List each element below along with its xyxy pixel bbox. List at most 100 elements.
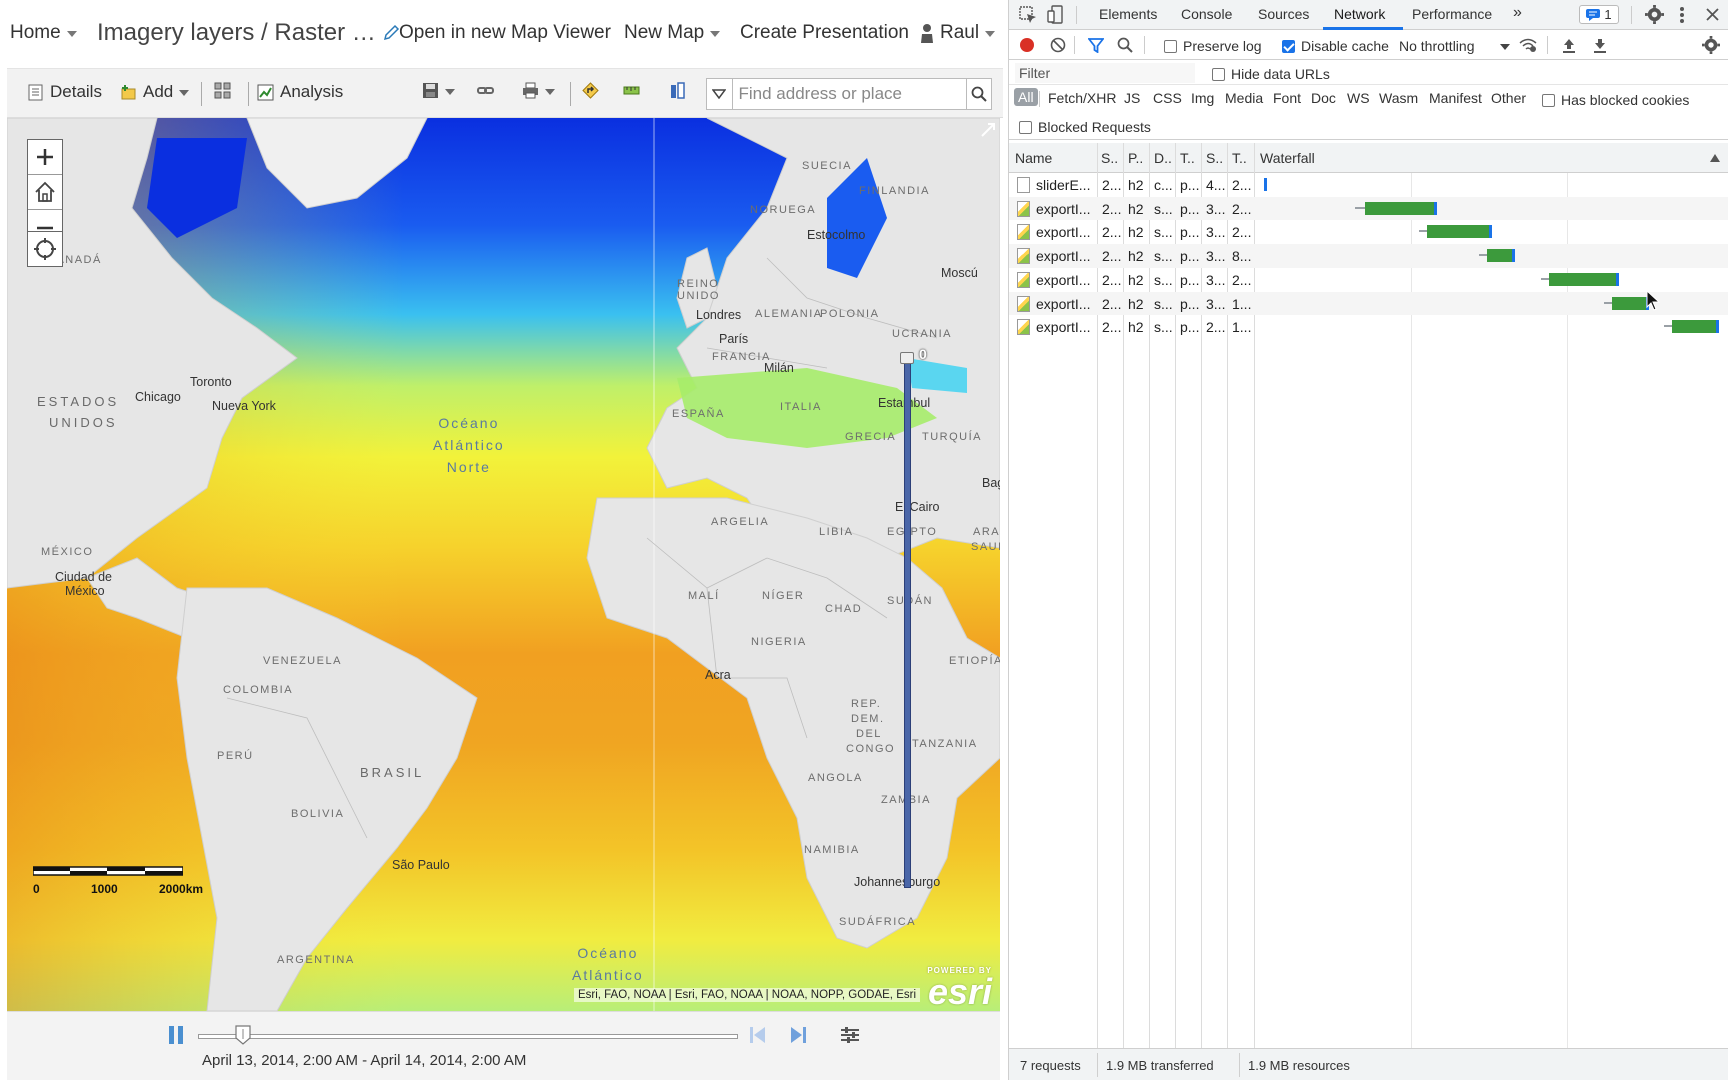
tab-elements[interactable]: Elements [1099,6,1157,22]
table-row[interactable]: exportI... 2... h2 s... p... 3... 1... [1009,291,1728,315]
filter-input[interactable] [1015,63,1195,83]
sort-ascending-icon[interactable] [1710,154,1720,162]
col-header-protocol[interactable]: P.. [1128,150,1150,166]
blocked-requests-checkbox[interactable]: Blocked Requests [1019,119,1151,135]
directions-button[interactable] [582,82,599,99]
network-conditions-icon[interactable] [1519,37,1537,53]
table-row[interactable]: sliderE... 2... h2 c... p... 4... 2... [1009,173,1728,197]
tab-console[interactable]: Console [1181,6,1232,22]
import-har-icon[interactable] [1562,37,1576,53]
time-slider-track[interactable] [198,1034,738,1039]
type-filter-js[interactable]: JS [1124,90,1140,106]
preserve-log-checkbox[interactable]: Preserve log [1164,38,1262,54]
col-header-time[interactable]: T.. [1232,150,1254,166]
close-icon[interactable] [1706,8,1719,21]
type-filter-wasm[interactable]: Wasm [1379,90,1418,106]
label-namibia: NAMIBIA [804,844,860,856]
filter-icon[interactable] [1088,37,1104,53]
has-blocked-cookies-checkbox[interactable]: Has blocked cookies [1542,92,1689,108]
type-filter-manifest[interactable]: Manifest [1429,90,1482,106]
bookmarks-button[interactable] [669,82,686,99]
zoom-in-button[interactable] [28,140,62,175]
throttling-select[interactable]: No throttling [1399,38,1511,54]
type-filter-fetch-xhr[interactable]: Fetch/XHR [1048,90,1116,106]
tab-divider [1076,6,1077,24]
disable-cache-checkbox[interactable]: Disable cache [1282,38,1389,54]
new-map-label: New Map [624,22,705,43]
new-map-menu[interactable]: New Map [624,22,721,44]
label-tanzania: TANZANIA [912,738,978,750]
previous-time-icon[interactable] [749,1025,767,1045]
record-icon[interactable] [1019,37,1035,53]
share-link-button[interactable] [477,82,494,99]
tab-sources[interactable]: Sources [1258,6,1309,22]
col-header-domain[interactable]: D.. [1154,150,1176,166]
table-row[interactable]: exportI... 2... h2 s... p... 3... 2... [1009,220,1728,244]
pencil-icon[interactable] [382,24,400,42]
table-row[interactable]: exportI... 2... h2 s... p... 3... 2... [1009,268,1728,292]
search-button[interactable] [965,79,992,109]
type-filter-other[interactable]: Other [1491,90,1526,106]
type-filter-doc[interactable]: Doc [1311,90,1336,106]
table-row[interactable]: exportI... 2... h2 s... p... 3... 2... [1009,196,1728,221]
table-row[interactable]: exportI... 2... h2 s... p... 3... 8... [1009,244,1728,268]
expand-icon[interactable] [980,122,996,138]
label-ocean-north-line3: Norte [446,459,491,475]
print-button[interactable] [522,82,555,99]
map-toolbar: Details Add Analysis [7,68,1003,118]
label-el-cairo: El Cairo [895,500,940,514]
table-row[interactable]: exportI... 2... h2 s... p... 2... 1... [1009,315,1728,339]
device-toolbar-icon[interactable] [1047,5,1065,25]
inspect-element-icon[interactable] [1019,6,1037,24]
analysis-button[interactable]: Analysis [257,82,343,102]
col-header-waterfall[interactable]: Waterfall [1260,150,1315,166]
pause-button[interactable] [169,1026,185,1044]
issues-badge[interactable]: 1 [1579,5,1619,24]
type-filter-media[interactable]: Media [1225,90,1263,106]
search-source-dropdown[interactable] [707,79,733,109]
measure-button[interactable] [623,82,640,99]
export-har-icon[interactable] [1593,37,1607,53]
label-finlandia: FINLANDIA [859,185,930,197]
col-header-type[interactable]: T.. [1180,150,1202,166]
type-filter-font[interactable]: Font [1273,90,1301,106]
time-slider-thumb[interactable] [235,1025,251,1045]
tab-performance[interactable]: Performance [1412,6,1492,22]
tab-network[interactable]: Network [1334,6,1385,22]
label-dem: DEM. [851,713,885,725]
type-filter-css[interactable]: CSS [1153,90,1182,106]
blocked-requests-row: Blocked Requests [1009,113,1728,140]
basemap-button[interactable] [214,82,231,99]
network-settings-gear-icon[interactable] [1702,36,1720,54]
user-menu[interactable]: Raul [920,22,996,44]
home-extent-button[interactable] [28,175,62,210]
swipe-handle[interactable] [900,352,914,364]
time-slider-panel: April 13, 2014, 2:00 AM - April 14, 2014… [7,1011,1000,1080]
search-input[interactable] [732,79,966,109]
open-new-viewer-link[interactable]: Open in new Map Viewer [399,22,611,44]
request-count: 7 requests [1020,1058,1081,1073]
time-settings-icon[interactable] [840,1026,860,1044]
create-presentation-link[interactable]: Create Presentation [740,22,909,44]
locate-button[interactable] [27,231,63,267]
home-menu[interactable]: Home [10,22,77,44]
hide-data-urls-checkbox[interactable]: Hide data URLs [1212,66,1330,82]
save-button[interactable] [422,82,455,99]
search-icon[interactable] [1117,37,1133,53]
clear-icon[interactable] [1050,37,1066,53]
add-button[interactable]: Add [120,82,190,102]
col-header-name[interactable]: Name [1015,150,1095,166]
map-title[interactable]: Imagery layers / Raster … [97,19,400,47]
type-filter-img[interactable]: Img [1191,90,1214,106]
swipe-bar[interactable] [904,356,911,888]
details-button[interactable]: Details [27,82,102,102]
map-canvas[interactable]: CANADÁ SUECIA FINLANDIA NORUEGA Estocolm… [7,118,1000,1011]
more-tabs-button[interactable]: » [1513,4,1522,22]
type-filter-ws[interactable]: WS [1347,90,1370,106]
next-time-icon[interactable] [789,1025,807,1045]
col-header-status[interactable]: S.. [1101,150,1125,166]
col-header-size[interactable]: S.. [1206,150,1228,166]
settings-gear-icon[interactable] [1645,5,1664,24]
more-options-icon[interactable] [1679,6,1685,24]
type-filter-all[interactable]: All [1014,88,1038,106]
